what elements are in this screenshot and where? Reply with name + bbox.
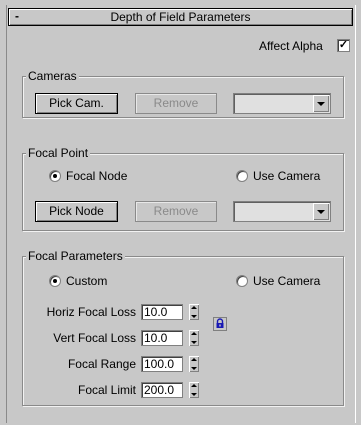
horiz-focal-loss-field[interactable]: 10.0 (141, 304, 183, 320)
camera-dropdown[interactable] (233, 93, 331, 114)
vert-focal-loss-label: Vert Focal Loss (53, 331, 136, 345)
pick-node-button[interactable]: Pick Node (35, 201, 118, 222)
affect-alpha-checkbox[interactable]: ✓ (337, 39, 350, 52)
focal-point-use-camera-radio[interactable] (236, 170, 248, 182)
focal-params-use-camera-radio[interactable] (236, 275, 248, 287)
focal-params-use-camera-label: Use Camera (253, 274, 321, 288)
vert-focal-loss-field[interactable]: 10.0 (141, 330, 183, 346)
custom-radio[interactable] (49, 275, 61, 287)
chevron-down-icon[interactable] (313, 95, 329, 112)
focal-range-field[interactable]: 100.0 (141, 356, 183, 372)
rollout-title: Depth of Field Parameters (110, 10, 251, 24)
vert-focal-loss-spinner[interactable] (189, 330, 199, 346)
focal-range-spinner[interactable] (189, 356, 199, 372)
focal-limit-label: Focal Limit (77, 383, 136, 397)
focal-node-label: Focal Node (66, 169, 128, 183)
focal-parameters-group-title: Focal Parameters (26, 249, 125, 263)
cameras-group-title: Cameras (26, 69, 79, 83)
focal-range-label: Focal Range (67, 357, 136, 371)
node-dropdown[interactable] (233, 201, 331, 222)
pick-cam-button[interactable]: Pick Cam. (35, 93, 118, 114)
horiz-focal-loss-spinner[interactable] (189, 304, 199, 320)
remove-camera-button[interactable]: Remove (135, 93, 217, 114)
lock-icon[interactable] (213, 317, 227, 331)
focal-limit-field[interactable]: 200.0 (141, 382, 183, 398)
remove-node-button[interactable]: Remove (135, 201, 217, 222)
collapse-icon[interactable]: - (15, 9, 25, 24)
focal-limit-spinner[interactable] (189, 382, 199, 398)
affect-alpha-label: Affect Alpha (259, 39, 323, 53)
focal-point-use-camera-label: Use Camera (253, 169, 321, 183)
focal-point-group-title: Focal Point (26, 146, 91, 160)
rollout-header[interactable]: - Depth of Field Parameters (8, 8, 353, 26)
horiz-focal-loss-label: Horiz Focal Loss (46, 305, 136, 319)
custom-label: Custom (66, 274, 108, 288)
focal-node-radio[interactable] (49, 170, 61, 182)
chevron-down-icon[interactable] (313, 203, 329, 220)
